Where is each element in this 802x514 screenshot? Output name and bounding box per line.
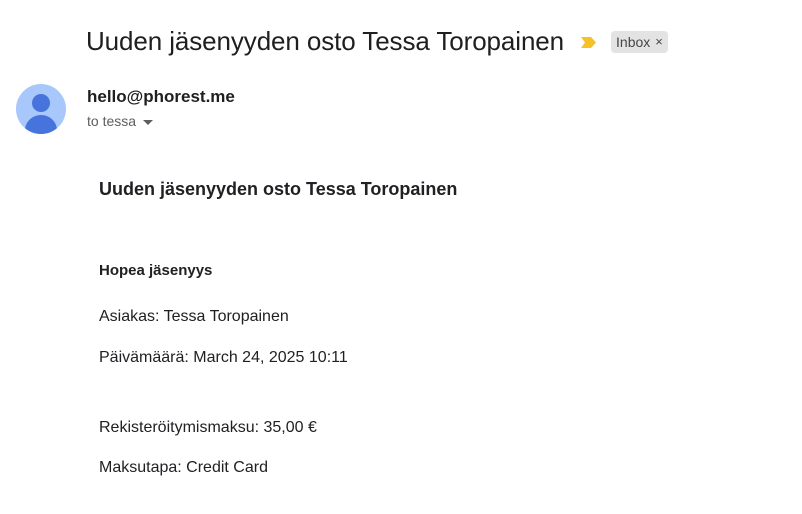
- body-heading: Uuden jäsenyyden osto Tessa Toropainen: [99, 179, 458, 199]
- registration-fee-line: Rekisteröitymismaksu: 35,00 €: [99, 419, 317, 436]
- membership-name: Hopea jäsenyys: [99, 262, 213, 279]
- customer-line: Asiakas: Tessa Toropainen: [99, 308, 289, 325]
- date-line: Päivämäärä: March 24, 2025 10:11: [99, 349, 348, 366]
- subject-row: Uuden jäsenyyden osto Tessa Toropainen I…: [86, 26, 668, 57]
- sender-avatar[interactable]: [16, 84, 66, 134]
- remove-label-button[interactable]: ×: [655, 33, 663, 51]
- importance-marker-icon[interactable]: [580, 36, 597, 49]
- email-view: Uuden jäsenyyden osto Tessa Toropainen I…: [0, 0, 802, 514]
- recipient-line: to tessa: [87, 113, 154, 129]
- label-chip-inbox: Inbox ×: [611, 30, 668, 53]
- chevron-down-icon[interactable]: [143, 119, 154, 125]
- label-chip-text: Inbox: [616, 33, 651, 50]
- payment-method-line: Maksutapa: Credit Card: [99, 459, 268, 476]
- recipient-text: to tessa: [87, 113, 137, 129]
- sender-email[interactable]: hello@phorest.me: [87, 87, 235, 107]
- email-subject: Uuden jäsenyyden osto Tessa Toropainen: [86, 26, 565, 56]
